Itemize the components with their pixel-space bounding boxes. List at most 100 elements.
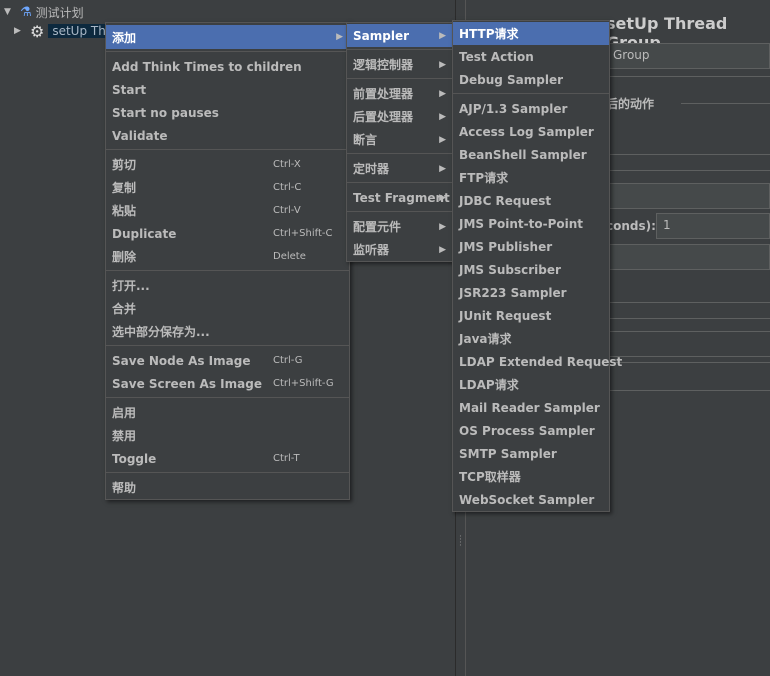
menu-item[interactable]: Save Screen As Image Ctrl+Shift-G — [106, 372, 349, 395]
menu-item-label: 逻辑控制器 — [353, 58, 414, 72]
menu-item[interactable]: 定时器 ▶ — [347, 157, 452, 180]
menu-item[interactable]: 添加 ▶ — [106, 25, 349, 49]
menu-item-label: WebSocket Sampler — [459, 492, 595, 507]
menu-item[interactable]: JSR223 Sampler — [453, 281, 609, 304]
submenu-arrow-icon: ▶ — [439, 111, 446, 122]
menu-item[interactable]: JMS Publisher — [453, 235, 609, 258]
submenu-arrow-icon: ▶ — [439, 134, 446, 145]
menu-item-label: Test Action — [459, 49, 534, 64]
menu-item[interactable]: OS Process Sampler — [453, 419, 609, 442]
menu-item-label: BeanShell Sampler — [459, 147, 587, 162]
menu-item-label: FTP请求 — [459, 171, 509, 185]
menu-item-label: JMS Point-to-Point — [459, 216, 584, 231]
menu-item[interactable]: 断言 ▶ — [347, 128, 452, 151]
menu-item[interactable]: BeanShell Sampler — [453, 143, 609, 166]
menu-item-label: 复制 — [112, 181, 137, 195]
menu-item-label: Debug Sampler — [459, 72, 564, 87]
menu-item[interactable]: Start no pauses — [106, 101, 349, 124]
menu-item[interactable]: 监听器 ▶ — [347, 238, 452, 261]
submenu-arrow-icon: ▶ — [439, 30, 446, 41]
shortcut-label: Ctrl-V — [273, 205, 301, 216]
menu-item-label: Start — [112, 82, 147, 97]
submenu-arrow-icon: ▶ — [439, 88, 446, 99]
gear-icon: ⚙ — [30, 21, 45, 41]
submenu-arrow-icon: ▶ — [439, 221, 446, 232]
divider-grip-icon[interactable]: · · · · — [459, 533, 462, 551]
menu-item[interactable]: 前置处理器 ▶ — [347, 82, 452, 105]
menu-item-label: JUnit Request — [459, 308, 552, 323]
menu-item-label: Save Screen As Image — [112, 376, 262, 391]
menu-item[interactable]: 复制 Ctrl-C — [106, 176, 349, 199]
menu-item[interactable]: Sampler ▶ — [347, 24, 452, 47]
menu-item[interactable]: Start — [106, 78, 349, 101]
menu-item[interactable]: 剪切 Ctrl-X — [106, 153, 349, 176]
menu-item[interactable]: HTTP请求 — [453, 22, 609, 45]
menu-item[interactable]: 启用 — [106, 401, 349, 424]
menu-item-label: AJP/1.3 Sampler — [459, 101, 568, 116]
menu-item[interactable]: Test Fragment ▶ — [347, 186, 452, 209]
menu-item-label: Access Log Sampler — [459, 124, 594, 139]
menu-item[interactable]: LDAP请求 — [453, 373, 609, 396]
name-field[interactable]: Group — [606, 43, 770, 69]
tree-node-test-plan[interactable]: ▼ ⚗ 测试计划 — [4, 3, 84, 21]
menu-item-label: SMTP Sampler — [459, 446, 557, 461]
menu-item[interactable]: 后置处理器 ▶ — [347, 105, 452, 128]
menu-item-label: 禁用 — [112, 429, 137, 443]
menu-item-label: Duplicate — [112, 226, 177, 241]
menu-item-label: Test Fragment — [353, 190, 450, 205]
menu-item-label: 监听器 — [353, 243, 390, 257]
menu-item[interactable]: SMTP Sampler — [453, 442, 609, 465]
menu-item[interactable]: Duplicate Ctrl+Shift-C — [106, 222, 349, 245]
menu-item[interactable]: 选中部分保存为... — [106, 320, 349, 343]
menu-item-label: 合并 — [112, 302, 137, 316]
menu-item[interactable]: Debug Sampler — [453, 68, 609, 91]
expand-icon[interactable]: ▶ — [14, 26, 26, 36]
menu-item[interactable]: 配置元件 ▶ — [347, 215, 452, 238]
menu-item[interactable]: FTP请求 — [453, 166, 609, 189]
menu-item[interactable]: 禁用 — [106, 424, 349, 447]
menu-item[interactable]: JDBC Request — [453, 189, 609, 212]
loop-count-field[interactable] — [606, 244, 770, 270]
menu-item[interactable]: 帮助 — [106, 476, 349, 499]
menu-item-label: 删除 — [112, 250, 137, 264]
thread-count-field[interactable] — [606, 183, 770, 209]
menu-item[interactable]: 逻辑控制器 ▶ — [347, 53, 452, 76]
menu-item-label: JMS Subscriber — [459, 262, 561, 277]
ramp-up-field[interactable]: 1 — [656, 213, 770, 239]
menu-item[interactable]: 删除 Delete — [106, 245, 349, 268]
submenu-arrow-icon: ▶ — [439, 163, 446, 174]
collapse-icon[interactable]: ▼ — [4, 7, 16, 17]
sampler-submenu: HTTP请求 Test Action Debug Sampler AJP/1.3 Sa… — [452, 20, 622, 512]
menu-item-label: 前置处理器 — [353, 87, 414, 101]
menu-item-label: JSR223 Sampler — [459, 285, 567, 300]
menu-item[interactable]: LDAP Extended Request — [453, 350, 622, 373]
menu-item[interactable]: Save Node As Image Ctrl-G — [106, 349, 349, 372]
menu-item-label: 配置元件 — [353, 220, 402, 234]
menu-item[interactable]: AJP/1.3 Sampler — [453, 97, 609, 120]
menu-item[interactable]: Test Action — [453, 45, 609, 68]
menu-item[interactable]: JUnit Request — [453, 304, 609, 327]
menu-item[interactable]: Access Log Sampler — [453, 120, 609, 143]
submenu-arrow-icon: ▶ — [439, 244, 446, 255]
shortcut-label: Ctrl-G — [273, 355, 303, 366]
menu-item[interactable]: Mail Reader Sampler — [453, 396, 609, 419]
menu-item[interactable]: TCP取样器 — [453, 465, 609, 488]
menu-item-label: HTTP请求 — [459, 27, 519, 41]
menu-item-label: 帮助 — [112, 481, 137, 495]
add-submenu: Sampler ▶ 逻辑控制器 ▶ 前置处理器 ▶ 后置处理器 ▶ 断言 ▶ 定时器 ▶ Test Fr… — [346, 22, 453, 262]
menu-item-label: Java请求 — [459, 332, 512, 346]
menu-item[interactable]: 打开... — [106, 274, 349, 297]
menu-item[interactable]: Toggle Ctrl-T — [106, 447, 349, 470]
shortcut-label: Delete — [273, 251, 306, 262]
menu-item[interactable]: Java请求 — [453, 327, 609, 350]
menu-item[interactable]: WebSocket Sampler — [453, 488, 609, 511]
menu-item[interactable]: JMS Point-to-Point — [453, 212, 609, 235]
menu-item-label: 定时器 — [353, 162, 390, 176]
menu-item-label: 添加 — [112, 30, 137, 45]
menu-item[interactable]: Validate — [106, 124, 349, 147]
menu-item[interactable]: 粘贴 Ctrl-V — [106, 199, 349, 222]
menu-item-label: Start no pauses — [112, 105, 219, 120]
menu-item[interactable]: JMS Subscriber — [453, 258, 609, 281]
menu-item[interactable]: 合并 — [106, 297, 349, 320]
menu-item[interactable]: Add Think Times to children — [106, 55, 349, 78]
